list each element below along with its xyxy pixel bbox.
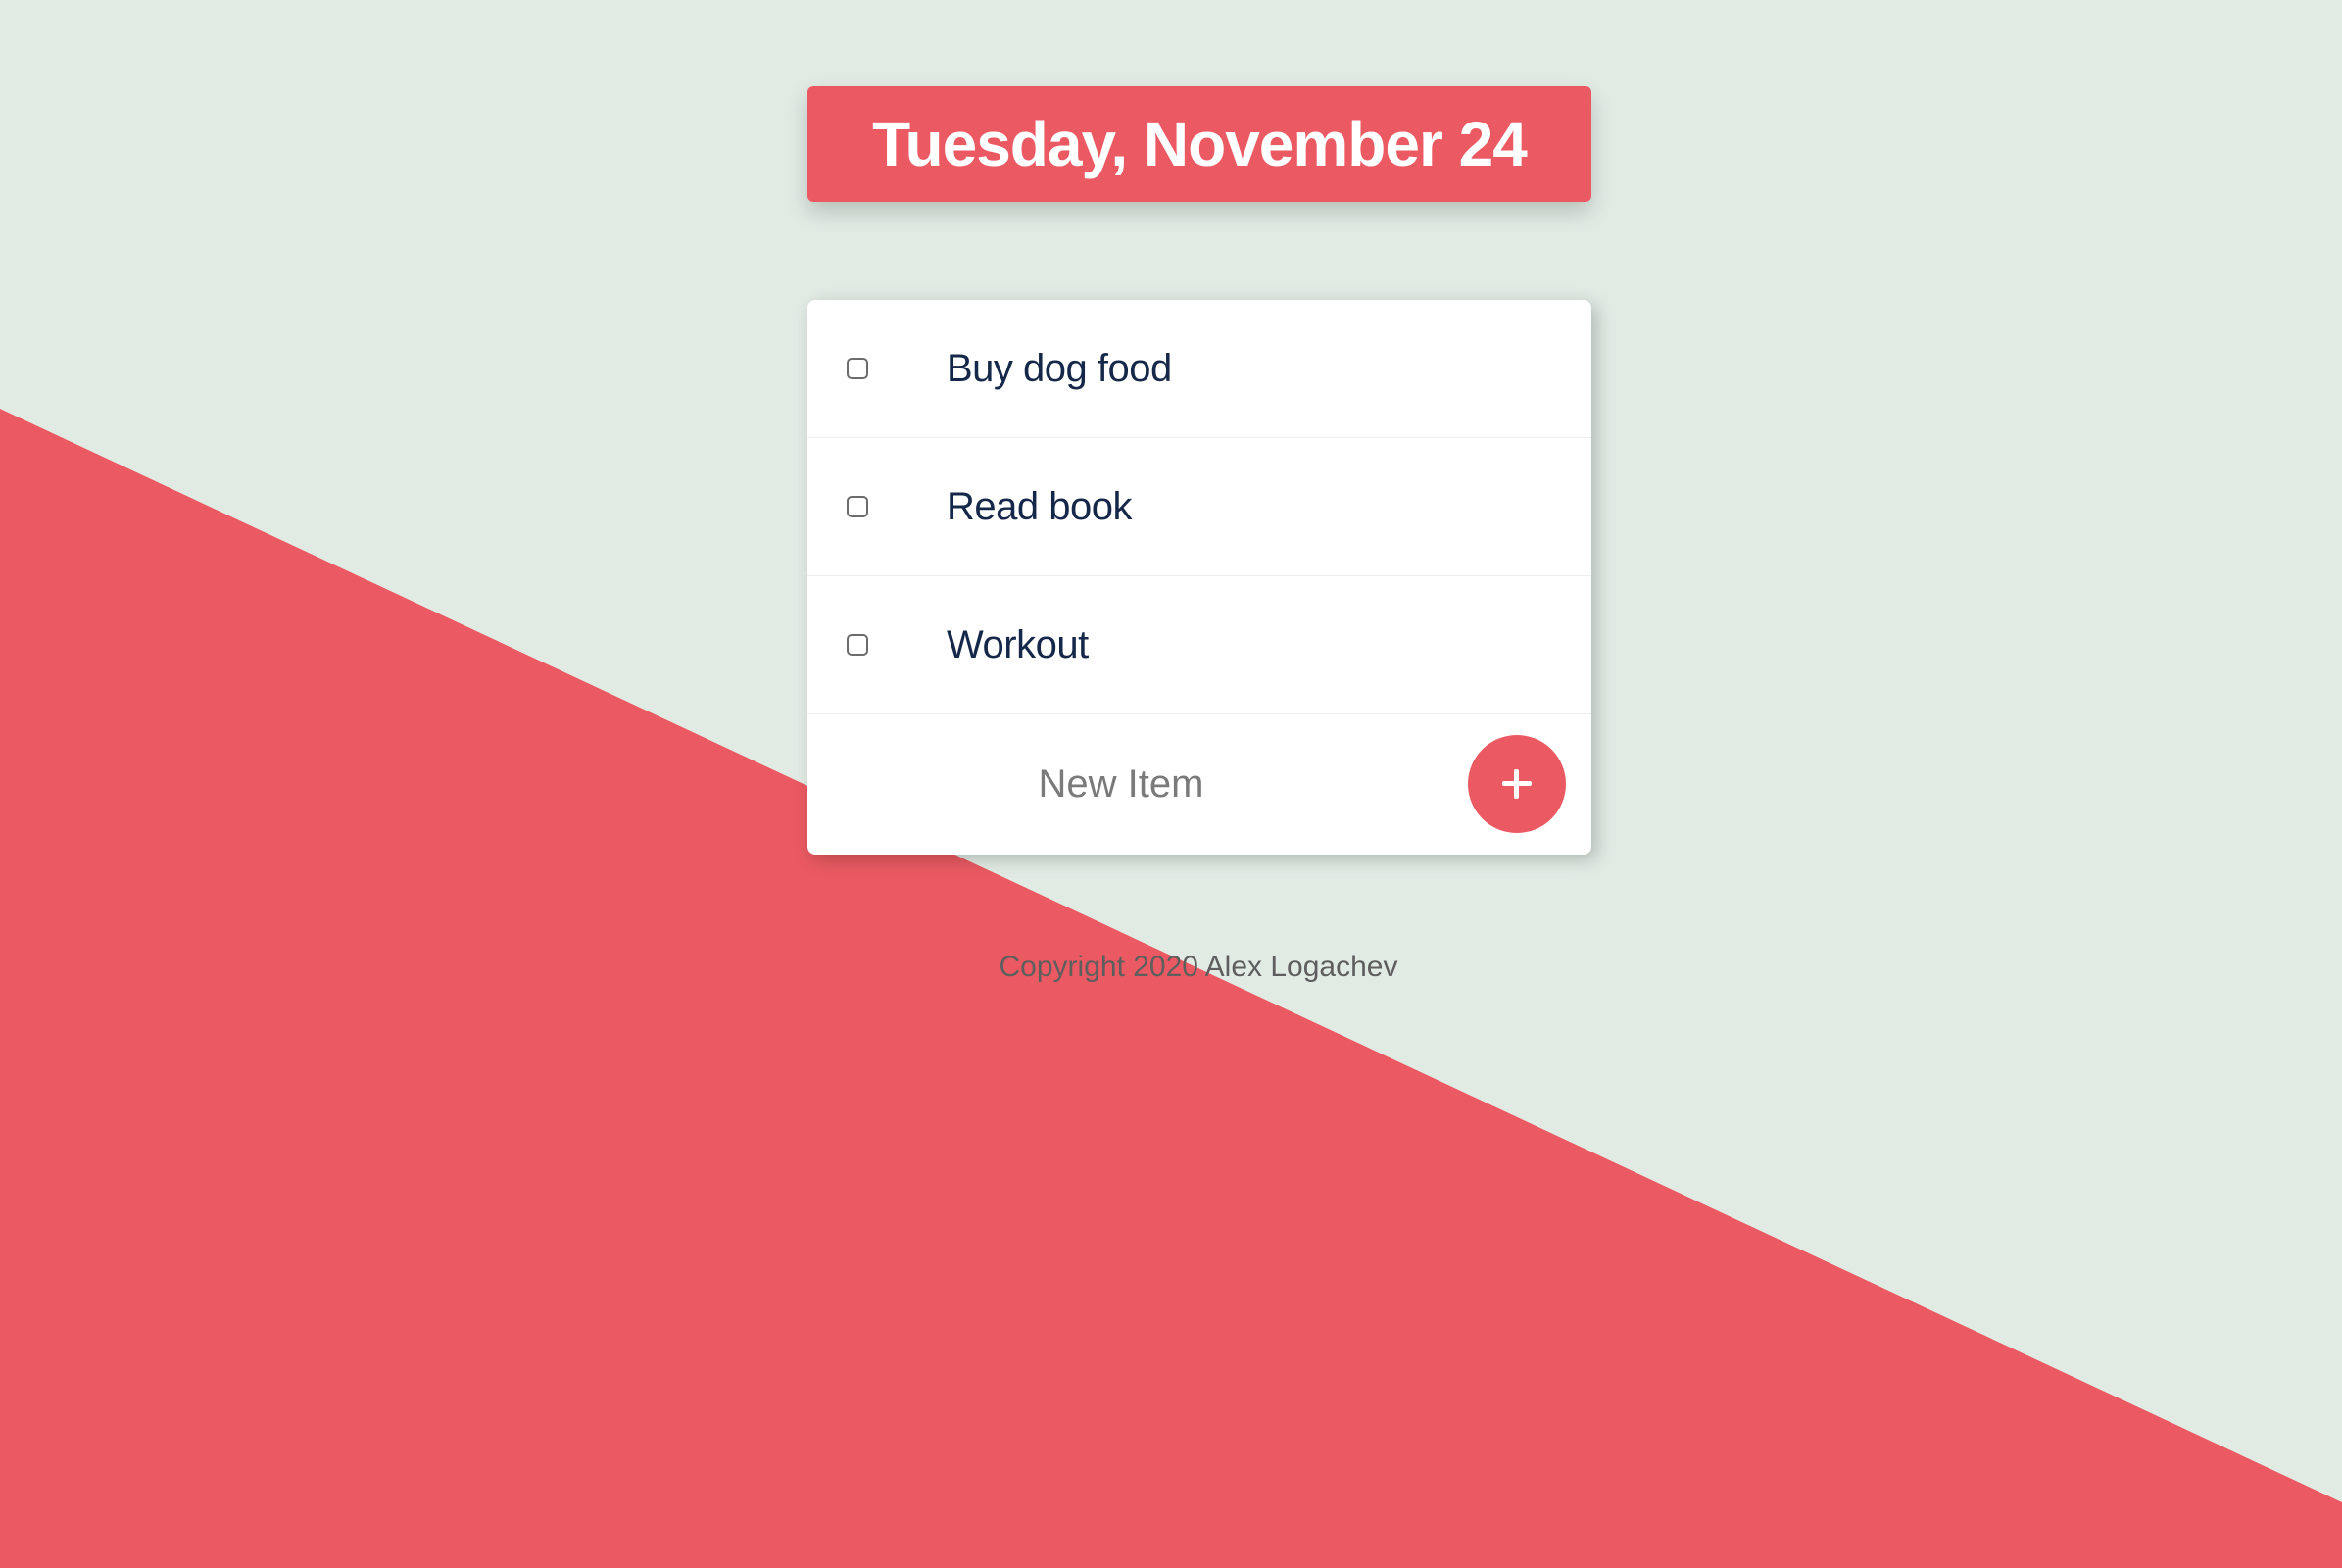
new-item-row (807, 714, 1591, 854)
list-item[interactable]: Read book (807, 438, 1591, 576)
list-item[interactable]: Buy dog food (807, 300, 1591, 438)
item-label: Read book (947, 484, 1132, 528)
item-checkbox[interactable] (847, 358, 868, 379)
list-item[interactable]: Workout (807, 576, 1591, 714)
add-item-button[interactable] (1468, 735, 1566, 833)
item-checkbox[interactable] (847, 634, 868, 656)
new-item-input[interactable] (807, 745, 1435, 823)
date-heading: Tuesday, November 24 (872, 109, 1528, 179)
footer: Copyright 2020 Alex Logachev (0, 951, 2342, 984)
item-label: Workout (947, 622, 1089, 666)
plus-icon (1502, 769, 1532, 799)
item-checkbox[interactable] (847, 496, 868, 517)
date-heading-box: Tuesday, November 24 (807, 86, 1591, 202)
copyright-text: Copyright 2020 Alex Logachev (999, 951, 1398, 983)
todo-card: Buy dog food Read book Workout (807, 300, 1591, 855)
item-label: Buy dog food (947, 346, 1172, 390)
